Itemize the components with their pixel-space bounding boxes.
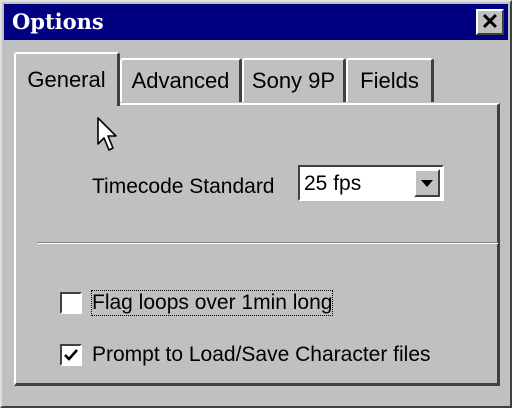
tab-sony-9p-label: Sony 9P — [251, 68, 336, 93]
dropdown-button[interactable] — [414, 169, 440, 197]
checkmark-icon — [64, 349, 78, 361]
general-tab-panel: Timecode Standard 25 fps Flag loops over… — [14, 103, 500, 386]
prompt-load-save-option[interactable]: Prompt to Load/Save Character files — [60, 343, 431, 367]
tab-advanced-label: Advanced — [131, 68, 230, 93]
tab-fields[interactable]: Fields — [346, 58, 434, 102]
flag-loops-label[interactable]: Flag loops over 1min long — [90, 290, 334, 316]
mouse-pointer-icon — [97, 117, 117, 151]
tab-general[interactable]: General — [14, 52, 120, 106]
window-title: Options — [12, 9, 104, 34]
title-bar[interactable]: Options ✕ — [4, 4, 508, 40]
tab-advanced[interactable]: Advanced — [120, 58, 242, 102]
chevron-down-icon — [421, 179, 433, 187]
tab-fields-label: Fields — [360, 68, 419, 93]
flag-loops-option[interactable]: Flag loops over 1min long — [60, 290, 334, 316]
prompt-load-save-label[interactable]: Prompt to Load/Save Character files — [92, 343, 431, 367]
timecode-standard-select[interactable]: 25 fps — [298, 165, 444, 201]
close-icon: ✕ — [480, 9, 500, 34]
prompt-load-save-checkbox[interactable] — [60, 344, 82, 366]
timecode-standard-label: Timecode Standard — [92, 175, 275, 198]
flag-loops-checkbox[interactable] — [60, 292, 82, 314]
options-dialog: Options ✕ General Advanced Sony 9P Field… — [0, 0, 512, 408]
separator — [38, 242, 498, 244]
timecode-standard-value: 25 fps — [304, 172, 362, 195]
tab-general-label: General — [27, 67, 106, 92]
tab-sony-9p[interactable]: Sony 9P — [242, 58, 346, 102]
close-button[interactable]: ✕ — [476, 9, 504, 35]
